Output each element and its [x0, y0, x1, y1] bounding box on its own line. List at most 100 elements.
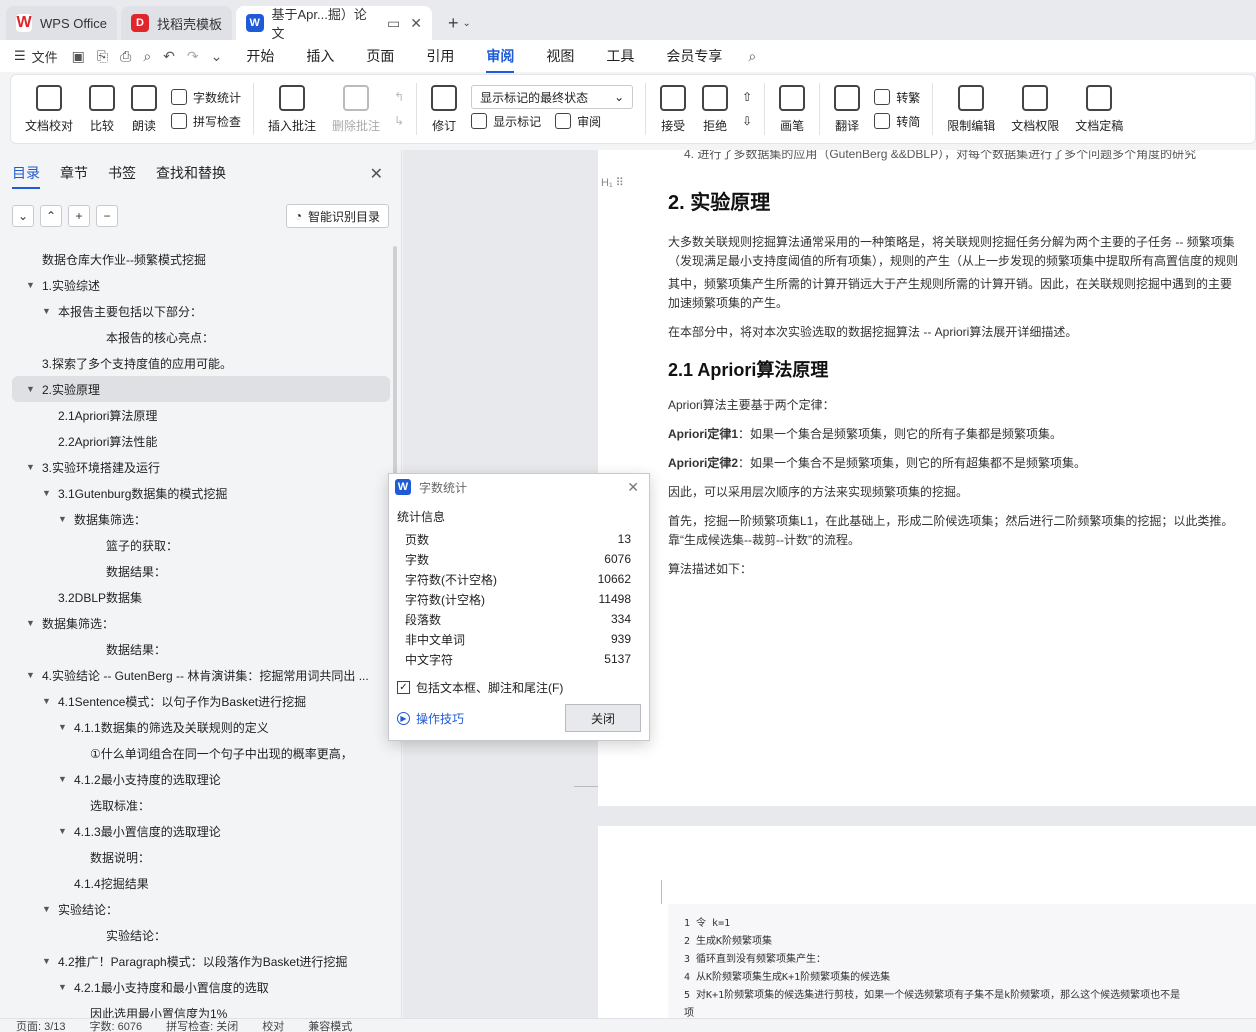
caret-down-icon[interactable]: ▼ — [42, 488, 54, 498]
pen-button[interactable]: 画笔 — [779, 84, 806, 134]
doc-check-button[interactable]: 文档校对 — [25, 84, 73, 134]
read-aloud-button[interactable]: 朗读 — [131, 84, 158, 134]
translate-button[interactable]: 翻译 — [834, 84, 861, 134]
toc-item[interactable]: ▼ 4.2.1最小支持度和最小置信度的选取 — [12, 974, 390, 1000]
toc-item[interactable]: ▼ 数据集筛选： — [12, 610, 390, 636]
caret-down-icon[interactable]: ▼ — [26, 280, 38, 290]
caret-down-icon[interactable]: ▼ — [58, 826, 70, 836]
customize-chevron-icon[interactable]: ⌄ — [211, 48, 223, 65]
finalize-button[interactable]: 文档定稿 — [1075, 84, 1123, 134]
chevron-down-icon[interactable]: ⌄ — [12, 205, 34, 227]
caret-down-icon[interactable]: ▼ — [42, 904, 54, 914]
caret-down-icon[interactable]: ▼ — [58, 774, 70, 784]
toc-item[interactable]: ▼ 2.实验原理 — [12, 376, 390, 402]
accept-button[interactable]: 接受 — [660, 84, 687, 134]
tab-toc[interactable]: 目录 — [12, 163, 40, 189]
file-menu[interactable]: ☰ 文件 — [14, 47, 58, 66]
toc-item[interactable]: ①什么单词组合在同一个句子中出现的概率更高， — [12, 740, 390, 766]
tab-page[interactable]: 页面 — [366, 46, 394, 66]
toc-item[interactable]: 4.1.4挖掘结果 — [12, 870, 390, 896]
caret-down-icon[interactable]: ▼ — [42, 306, 54, 316]
toc-item[interactable]: 本报告的核心亮点： — [12, 324, 390, 350]
toc-item[interactable]: ▼ 3.实验环境搭建及运行 — [12, 454, 390, 480]
include-textbox-checkbox[interactable]: ✓ 包括文本框、脚注和尾注(F) — [397, 679, 641, 696]
scrollbar[interactable] — [393, 246, 397, 476]
smart-toc-button[interactable]: ◔ 智能识别目录 — [285, 204, 389, 228]
toc-item[interactable]: 数据结果： — [12, 636, 390, 662]
word-count-button[interactable]: 字数统计 — [171, 85, 241, 109]
heading-handle-icon[interactable]: H₁ ⠿ — [601, 176, 624, 189]
tab-member[interactable]: 会员专享 — [666, 46, 722, 66]
close-icon[interactable]: ✕ — [370, 164, 383, 184]
spell-check-indicator[interactable]: 拼写检查: 关闭 — [166, 1018, 238, 1032]
caret-down-icon[interactable]: ▼ — [58, 982, 70, 992]
next-comment-icon[interactable]: ↳ — [394, 109, 404, 133]
caret-down-icon[interactable]: ▼ — [26, 670, 38, 680]
toc-item[interactable]: 数据仓库大作业--频繁模式挖掘 — [12, 246, 390, 272]
next-change-icon[interactable]: ⇩ — [742, 109, 752, 133]
tab-tools[interactable]: 工具 — [606, 46, 634, 66]
redo-icon[interactable]: ↷ — [187, 48, 199, 65]
tab-wps-office[interactable]: W WPS Office — [6, 6, 117, 40]
revise-button[interactable]: 修订 — [431, 84, 458, 134]
toc-item[interactable]: ▼ 本报告主要包括以下部分： — [12, 298, 390, 324]
tips-link[interactable]: ▶ 操作技巧 — [397, 710, 464, 727]
markup-state-select[interactable]: 显示标记的最终状态 ⌄ — [471, 85, 634, 109]
word-count-indicator[interactable]: 字数: 6076 — [90, 1018, 143, 1032]
page-indicator[interactable]: 页面: 3/13 — [16, 1018, 66, 1032]
prev-comment-icon[interactable]: ↰ — [394, 85, 404, 109]
toc-item[interactable]: ▼ 数据集筛选： — [12, 506, 390, 532]
new-tab-button[interactable]: + ⌄ — [436, 6, 483, 40]
toc-item[interactable]: 数据结果： — [12, 558, 390, 584]
restrict-edit-button[interactable]: 限制编辑 — [947, 84, 995, 134]
chevron-down-icon[interactable]: ⌄ — [462, 18, 470, 29]
toc-item[interactable]: ▼ 1.实验综述 — [12, 272, 390, 298]
compare-button[interactable]: 比较 — [89, 84, 116, 134]
toc-item[interactable]: 数据说明： — [12, 844, 390, 870]
toc-item[interactable]: ▼ 4.1.1数据集的筛选及关联规则的定义 — [12, 714, 390, 740]
toc-item[interactable]: ▼ 实验结论： — [12, 896, 390, 922]
tab-find-replace[interactable]: 查找和替换 — [156, 163, 226, 183]
toc-item[interactable]: 3.探索了多个支持度值的应用可能。 — [12, 350, 390, 376]
toc-item[interactable]: ▼ 4.2推广！Paragraph模式：以段落作为Basket进行挖掘 — [12, 948, 390, 974]
tab-home[interactable]: 开始 — [246, 46, 274, 66]
tab-bookmarks[interactable]: 书签 — [108, 163, 136, 183]
spell-check-button[interactable]: 拼写检查 — [171, 109, 241, 133]
toc-item[interactable]: 2.2Apriori算法性能 — [12, 428, 390, 454]
window-mode-icon[interactable]: ▭ — [387, 15, 400, 31]
caret-down-icon[interactable]: ▼ — [42, 956, 54, 966]
toc-item[interactable]: 2.1Apriori算法原理 — [12, 402, 390, 428]
reject-button[interactable]: 拒绝 — [702, 84, 729, 134]
save-icon[interactable]: ▣ — [72, 48, 85, 65]
toc-item[interactable]: 篮子的获取： — [12, 532, 390, 558]
caret-down-icon[interactable]: ▼ — [42, 696, 54, 706]
to-traditional-button[interactable]: 转繁 — [874, 85, 920, 109]
close-icon[interactable]: ✕ — [627, 479, 639, 496]
toc-item[interactable]: ▼ 4.实验结论 -- GutenBerg -- 林肯演讲集：挖掘常用词共同出 .… — [12, 662, 390, 688]
toc-item[interactable]: ▼ 3.1Gutenburg数据集的模式挖掘 — [12, 480, 390, 506]
caret-down-icon[interactable]: ▼ — [58, 722, 70, 732]
tab-insert[interactable]: 插入 — [306, 46, 334, 66]
undo-icon[interactable]: ↶ — [163, 48, 175, 65]
print-icon[interactable]: ⎙ — [120, 48, 131, 65]
chevron-up-icon[interactable]: ⌃ — [40, 205, 62, 227]
insert-comment-button[interactable]: 插入批注 — [268, 84, 316, 134]
close-button[interactable]: 关闭 — [565, 704, 641, 732]
to-simplified-button[interactable]: 转简 — [874, 109, 920, 133]
prev-change-icon[interactable]: ⇧ — [742, 85, 752, 109]
tab-docer-templates[interactable]: D 找稻壳模板 — [120, 6, 232, 40]
doc-permission-button[interactable]: 文档权限 — [1011, 84, 1059, 134]
tab-view[interactable]: 视图 — [546, 46, 574, 66]
tab-chapters[interactable]: 章节 — [60, 163, 88, 183]
caret-down-icon[interactable]: ▼ — [58, 514, 70, 524]
plus-icon[interactable]: + — [68, 205, 90, 227]
toc-item[interactable]: 实验结论： — [12, 922, 390, 948]
toc-item[interactable]: ▼ 4.1Sentence模式：以句子作为Basket进行挖掘 — [12, 688, 390, 714]
tab-review[interactable]: 审阅 — [486, 46, 515, 73]
close-tab-icon[interactable]: ✕ — [410, 15, 422, 31]
toc-item[interactable]: ▼ 4.1.2最小支持度的选取理论 — [12, 766, 390, 792]
toc-item[interactable]: ▼ 4.1.3最小置信度的选取理论 — [12, 818, 390, 844]
review-pane-button[interactable]: 审阅 — [555, 113, 601, 130]
caret-down-icon[interactable]: ▼ — [26, 462, 38, 472]
minus-icon[interactable]: − — [96, 205, 118, 227]
